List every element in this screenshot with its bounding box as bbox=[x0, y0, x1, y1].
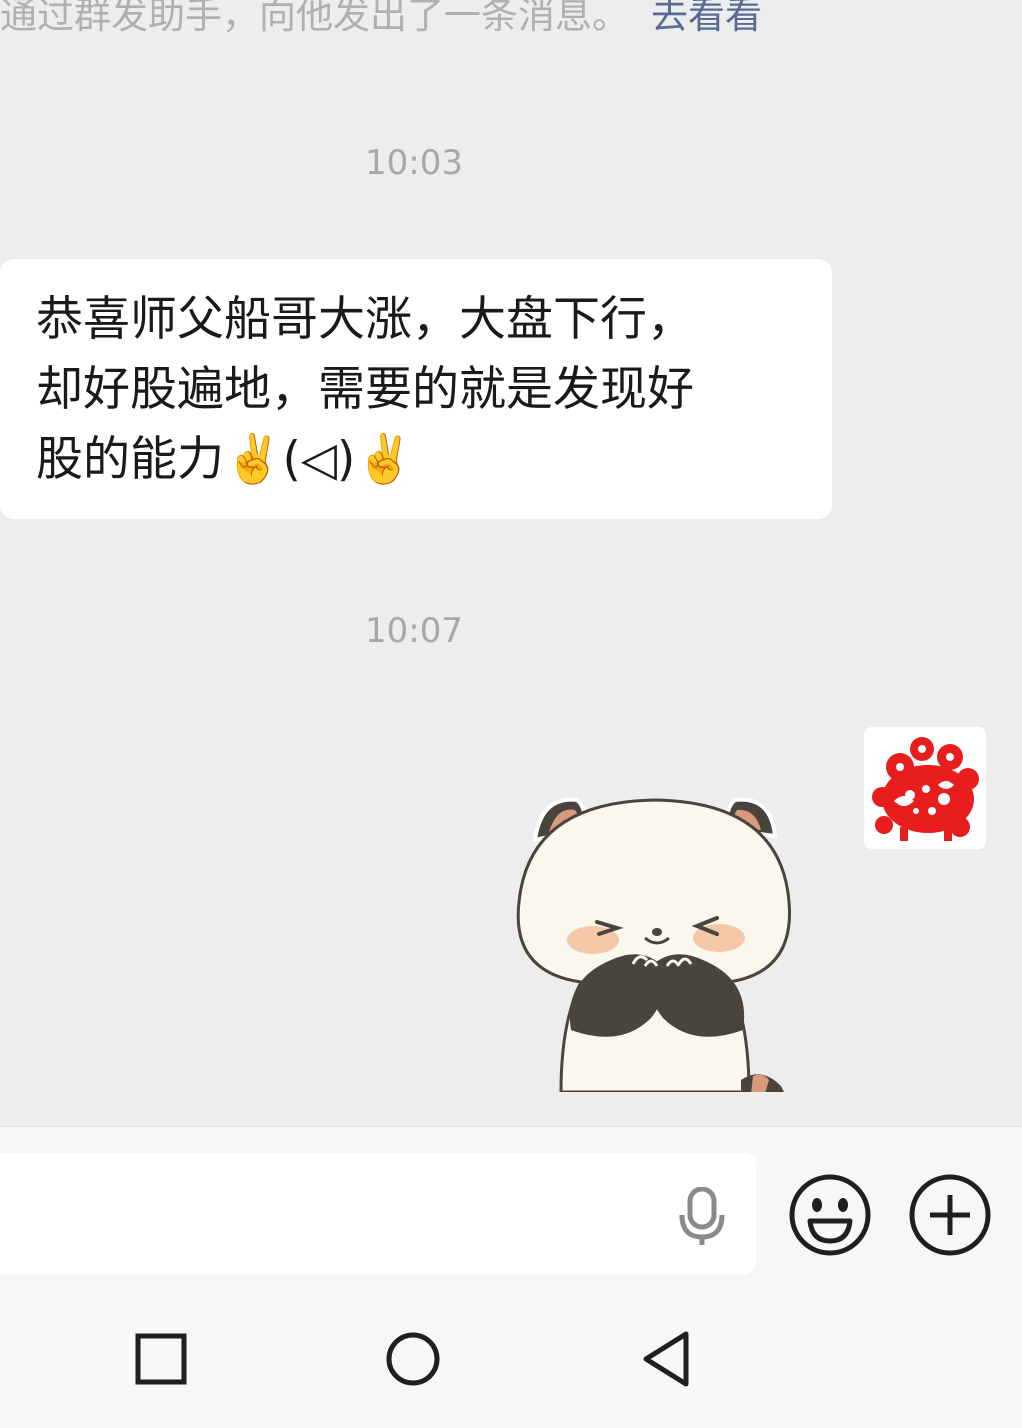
system-notice: 通过群发助手，向他发出了一条消息。 去看看 bbox=[0, 0, 762, 46]
panda-sticker-image bbox=[516, 797, 791, 1092]
chat-message-list[interactable]: 通过群发助手，向他发出了一条消息。 去看看 10:03 恭喜师父船哥大涨，大盘下行… bbox=[0, 0, 1022, 1126]
message-input[interactable] bbox=[0, 1153, 756, 1275]
message-timestamp: 10:07 bbox=[365, 611, 463, 651]
paper-cut-pig-avatar-image bbox=[864, 727, 986, 849]
my-avatar[interactable] bbox=[864, 727, 986, 849]
plus-circle-icon[interactable] bbox=[908, 1173, 992, 1257]
go-see-link[interactable]: 去看看 bbox=[651, 0, 762, 37]
system-navigation-bar bbox=[0, 1294, 1022, 1428]
square-icon[interactable] bbox=[126, 1324, 196, 1394]
message-timestamp: 10:03 bbox=[365, 143, 463, 183]
circle-icon[interactable] bbox=[378, 1324, 448, 1394]
message-text: 恭喜师父船哥大涨，大盘下行， 却好股遍地，需要的就是发现好 股的能力✌️(◁)✌… bbox=[36, 292, 694, 487]
panda-sticker[interactable] bbox=[505, 780, 805, 1092]
system-notice-text: 通过群发助手，向他发出了一条消息。 bbox=[0, 0, 629, 37]
input-toolbar bbox=[0, 1126, 1022, 1295]
microphone-icon[interactable] bbox=[676, 1187, 728, 1247]
emoji-face-icon[interactable] bbox=[788, 1173, 872, 1257]
triangle-back-icon[interactable] bbox=[630, 1324, 700, 1394]
incoming-message-bubble[interactable]: 恭喜师父船哥大涨，大盘下行， 却好股遍地，需要的就是发现好 股的能力✌️(◁)✌… bbox=[0, 259, 832, 519]
